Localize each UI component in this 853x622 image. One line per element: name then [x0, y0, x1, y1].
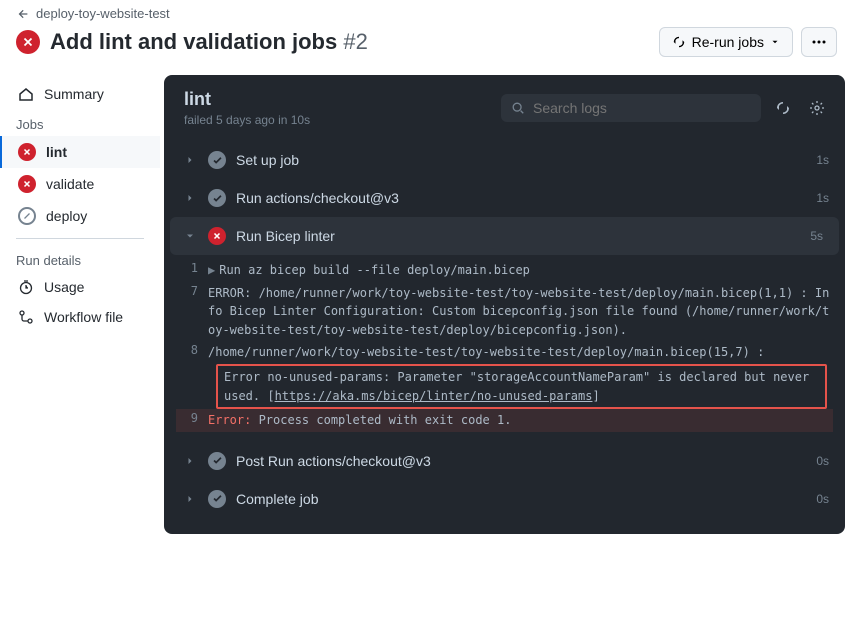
step-post-checkout[interactable]: Post Run actions/checkout@v3 0s	[164, 442, 845, 480]
triangle-right-icon: ▶	[208, 263, 215, 277]
sidebar-job-validate[interactable]: validate	[0, 168, 160, 200]
check-icon	[208, 490, 226, 508]
chevron-right-icon	[184, 154, 198, 166]
breadcrumb-back[interactable]: deploy-toy-website-test	[16, 6, 837, 21]
search-icon	[511, 101, 525, 115]
step-complete-job[interactable]: Complete job 0s	[164, 480, 845, 518]
sidebar-workflow-file[interactable]: Workflow file	[0, 302, 160, 332]
sidebar-job-lint[interactable]: lint	[0, 136, 160, 168]
log-settings-button[interactable]	[805, 96, 829, 120]
jobs-heading: Jobs	[0, 109, 160, 136]
sidebar: Summary Jobs lint validate deploy Run de…	[0, 71, 160, 542]
log-line[interactable]: 7 ERROR: /home/runner/work/toy-website-t…	[176, 282, 833, 342]
sidebar-usage[interactable]: Usage	[0, 272, 160, 302]
home-icon	[18, 86, 34, 102]
error-highlight: Error no-unused-params: Parameter "stora…	[216, 364, 827, 409]
gear-icon	[809, 100, 825, 116]
step-checkout[interactable]: Run actions/checkout@v3 1s	[164, 179, 845, 217]
chevron-down-icon	[770, 37, 780, 47]
sync-icon	[775, 100, 791, 116]
log-line[interactable]: 8 /home/runner/work/toy-website-test/toy…	[176, 341, 833, 364]
skip-icon	[18, 207, 36, 225]
page-title: Add lint and validation jobs #2	[50, 29, 368, 55]
chevron-right-icon	[184, 192, 198, 204]
step-setup-job[interactable]: Set up job 1s	[164, 141, 845, 179]
check-icon	[208, 151, 226, 169]
chevron-down-icon	[184, 230, 198, 242]
linter-doc-link[interactable]: https://aka.ms/bicep/linter/no-unused-pa…	[275, 389, 593, 403]
x-icon	[18, 175, 36, 193]
check-icon	[208, 189, 226, 207]
breadcrumb-label: deploy-toy-website-test	[36, 6, 170, 21]
run-details-heading: Run details	[0, 245, 160, 272]
status-fail-icon	[16, 30, 40, 54]
log-line[interactable]: 1 ▶Run az bicep build --file deploy/main…	[176, 259, 833, 282]
step-time: 0s	[816, 454, 829, 468]
refresh-logs-button[interactable]	[771, 96, 795, 120]
divider	[16, 238, 144, 239]
step-bicep-linter[interactable]: Run Bicep linter 5s	[170, 217, 839, 255]
kebab-icon	[812, 40, 826, 44]
rerun-jobs-button[interactable]: Re-run jobs	[659, 27, 793, 57]
step-time: 0s	[816, 492, 829, 506]
sidebar-job-deploy[interactable]: deploy	[0, 200, 160, 232]
run-number: #2	[343, 29, 367, 54]
x-icon	[208, 227, 226, 245]
log-output: 1 ▶Run az bicep build --file deploy/main…	[164, 255, 845, 442]
chevron-right-icon	[184, 455, 198, 467]
step-time: 1s	[816, 191, 829, 205]
step-time: 1s	[816, 153, 829, 167]
search-logs-input[interactable]	[501, 94, 761, 122]
chevron-right-icon	[184, 493, 198, 505]
arrow-left-icon	[16, 7, 30, 21]
job-status-line: failed 5 days ago in 10s	[184, 113, 310, 127]
job-title: lint	[184, 89, 310, 110]
log-line-error[interactable]: 9 Error: Process completed with exit cod…	[176, 409, 833, 432]
sidebar-summary[interactable]: Summary	[0, 79, 160, 109]
step-time: 5s	[810, 229, 823, 243]
check-icon	[208, 452, 226, 470]
x-icon	[18, 143, 36, 161]
stopwatch-icon	[18, 279, 34, 295]
sync-icon	[672, 35, 686, 49]
more-actions-button[interactable]	[801, 27, 837, 57]
workflow-icon	[18, 309, 34, 325]
log-panel: lint failed 5 days ago in 10s	[164, 75, 845, 534]
